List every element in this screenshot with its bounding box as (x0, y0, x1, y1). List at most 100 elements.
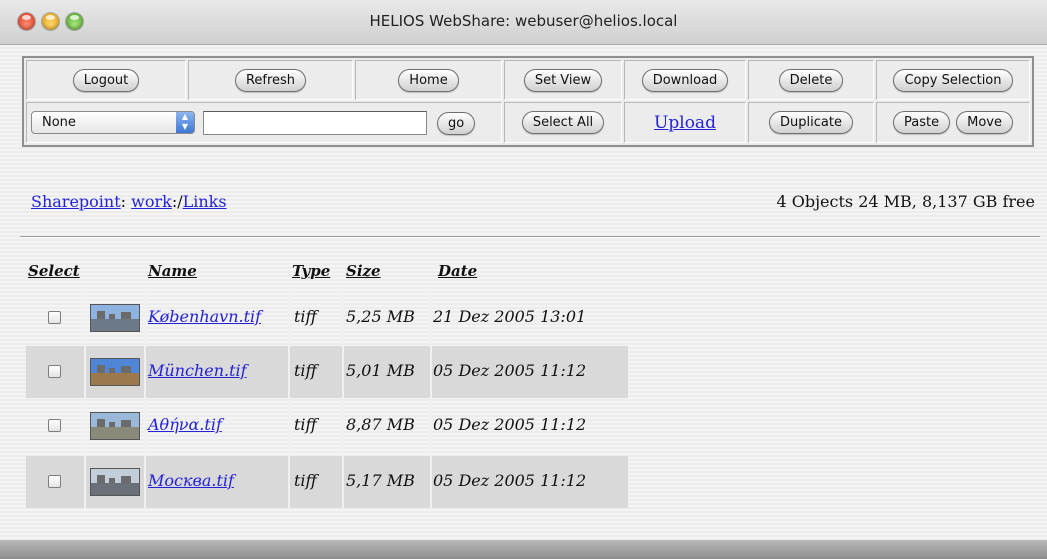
file-name-link[interactable]: Αθήνα.tif (148, 415, 222, 434)
refresh-button[interactable]: Refresh (234, 68, 307, 92)
column-separator (144, 292, 146, 344)
file-type: tiff (294, 307, 317, 326)
view-select-value: None (42, 115, 76, 130)
thumbnail-ground (91, 427, 139, 439)
toolbar: Logout Refresh Home Set View Download De… (22, 56, 1034, 147)
thumbnail-building (97, 311, 105, 320)
download-button[interactable]: Download (641, 68, 729, 92)
column-header-select[interactable]: Select (28, 262, 80, 280)
select-arrows-icon: ▲ ▼ (176, 112, 194, 133)
copy-selection-button[interactable]: Copy Selection (893, 68, 1013, 92)
storage-summary: 4 Objects 24 MB, 8,137 GB free (776, 192, 1035, 211)
file-thumbnail[interactable] (90, 304, 140, 332)
file-thumbnail[interactable] (90, 412, 140, 440)
bottom-bar (0, 540, 1047, 559)
column-separator (288, 456, 290, 508)
file-type: tiff (294, 361, 317, 380)
row-select-checkbox[interactable] (48, 365, 61, 378)
breadcrumb-path-separator: :/ (171, 192, 183, 211)
column-separator (430, 292, 432, 344)
column-separator (342, 292, 344, 344)
thumbnail-building (109, 478, 115, 484)
file-size: 5,01 MB (346, 361, 415, 380)
toolbar-cell: Logout (26, 60, 186, 100)
browser-window: HELIOS WebShare: webuser@helios.local Lo… (0, 0, 1047, 559)
column-separator (84, 400, 86, 452)
column-separator (84, 346, 86, 398)
file-date: 05 Dez 2005 11:12 (433, 415, 587, 434)
toolbar-cell: Set View (504, 60, 622, 100)
file-name-link[interactable]: München.tif (148, 361, 247, 380)
paste-button[interactable]: Paste (893, 111, 951, 134)
row-select-checkbox[interactable] (48, 475, 61, 488)
duplicate-button[interactable]: Duplicate (769, 111, 853, 134)
toolbar-cell: Select All (504, 102, 622, 143)
move-button[interactable]: Move (956, 111, 1013, 134)
breadcrumb: Sharepoint: work:/Links (31, 192, 227, 211)
column-separator (144, 400, 146, 452)
column-separator (144, 456, 146, 508)
thumbnail-building (121, 312, 131, 320)
file-size: 5,25 MB (346, 307, 415, 326)
thumbnail-building (109, 368, 115, 374)
column-separator (84, 292, 86, 344)
thumbnail-building (121, 366, 131, 374)
file-size: 8,87 MB (346, 415, 415, 434)
file-type: tiff (294, 415, 317, 434)
thumbnail-building (97, 365, 105, 374)
thumbnail-building (97, 475, 105, 484)
window-title: HELIOS WebShare: webuser@helios.local (369, 12, 678, 30)
file-type: tiff (294, 471, 317, 490)
go-button[interactable]: go (437, 112, 476, 135)
column-header-type[interactable]: Type (292, 262, 330, 280)
column-separator (342, 346, 344, 398)
table-row: København.tif tiff 5,25 MB 21 Dez 2005 13:0… (26, 292, 628, 344)
home-button[interactable]: Home (398, 68, 459, 92)
file-date: 05 Dez 2005 11:12 (433, 361, 587, 380)
file-date: 21 Dez 2005 13:01 (433, 307, 587, 326)
folder-link[interactable]: Links (183, 192, 227, 211)
thumbnail-building (109, 314, 115, 320)
thumbnail-ground (91, 373, 139, 385)
column-separator (430, 400, 432, 452)
set-view-button[interactable]: Set View (523, 68, 603, 92)
toolbar-cell: Paste Move (876, 102, 1030, 143)
toolbar-cell: Download (624, 60, 746, 100)
table-row: Αθήνα.tif tiff 8,87 MB 05 Dez 2005 11:12 (26, 400, 628, 452)
file-name-link[interactable]: København.tif (148, 307, 261, 326)
search-input[interactable] (203, 111, 427, 135)
select-all-button[interactable]: Select All (521, 111, 605, 134)
column-header-date[interactable]: Date (438, 262, 477, 280)
toolbar-cell: Duplicate (748, 102, 874, 143)
column-header-size[interactable]: Size (346, 262, 381, 280)
file-thumbnail[interactable] (90, 468, 140, 496)
file-thumbnail[interactable] (90, 358, 140, 386)
thumbnail-building (109, 422, 115, 428)
view-select[interactable]: None ▲ ▼ (31, 111, 195, 134)
column-separator (430, 456, 432, 508)
toolbar-cell: Copy Selection (876, 60, 1030, 100)
toolbar-cell: Upload (624, 102, 746, 143)
column-separator (342, 456, 344, 508)
logout-button[interactable]: Logout (72, 68, 140, 92)
column-header-name[interactable]: Name (148, 262, 197, 280)
row-select-checkbox[interactable] (48, 419, 61, 432)
thumbnail-building (121, 476, 131, 484)
delete-button[interactable]: Delete (778, 68, 844, 92)
column-separator (430, 346, 432, 398)
table-row: Москва.tif tiff 5,17 MB 05 Dez 2005 11:12 (26, 456, 628, 508)
thumbnail-building (121, 420, 131, 428)
volume-link[interactable]: work (131, 192, 172, 211)
column-separator (84, 456, 86, 508)
file-size: 5,17 MB (346, 471, 415, 490)
divider (20, 236, 1040, 238)
file-name-link[interactable]: Москва.tif (148, 471, 234, 490)
file-date: 05 Dez 2005 11:12 (433, 471, 587, 490)
row-select-checkbox[interactable] (48, 311, 61, 324)
toolbar-cell: Refresh (188, 60, 353, 100)
upload-link[interactable]: Upload (654, 113, 716, 133)
sharepoint-link[interactable]: Sharepoint (31, 192, 121, 211)
column-separator (144, 346, 146, 398)
breadcrumb-separator: : (120, 192, 132, 211)
column-separator (288, 400, 290, 452)
